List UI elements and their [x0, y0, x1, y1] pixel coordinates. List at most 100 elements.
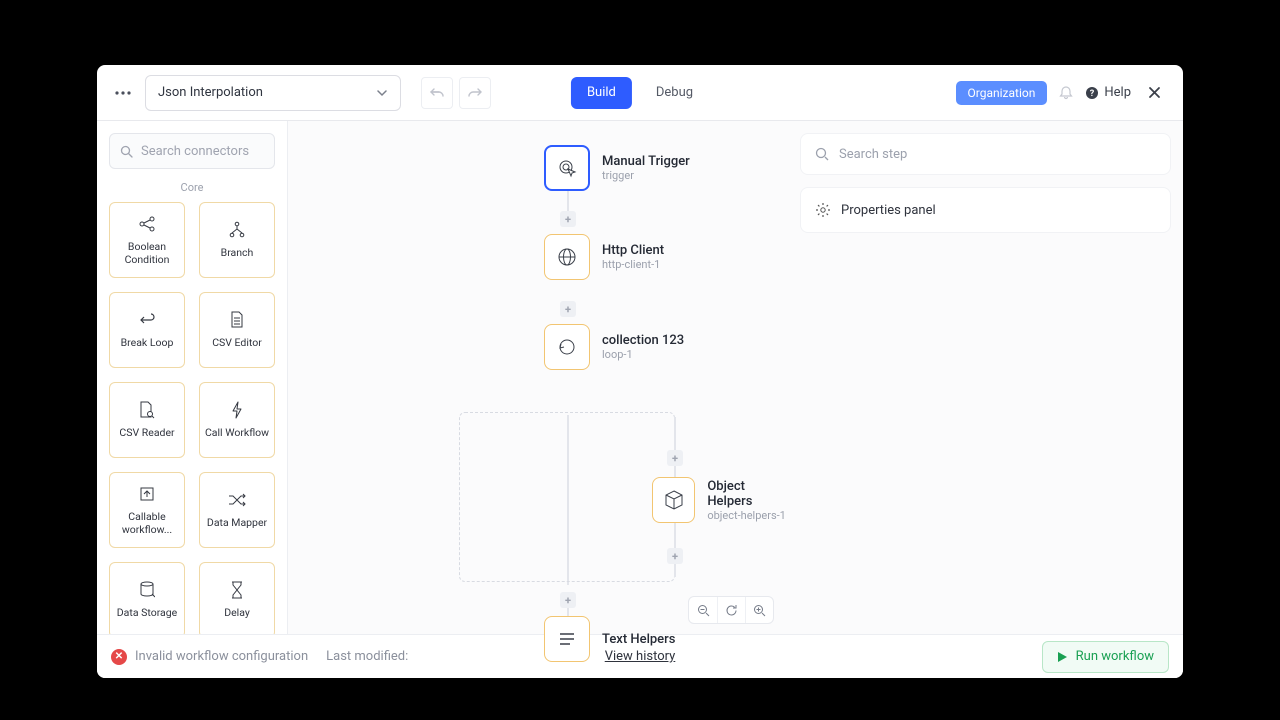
node-icon-box	[652, 477, 695, 523]
play-icon	[1057, 651, 1068, 663]
database-icon	[137, 580, 157, 600]
help-button[interactable]: ? Help	[1085, 85, 1131, 100]
node-subtitle: trigger	[602, 169, 690, 182]
mode-tabs: Build Debug	[571, 77, 709, 109]
cube-icon	[663, 489, 685, 511]
connector-label: CSV Reader	[119, 426, 174, 439]
connector-search[interactable]: Search connectors	[109, 133, 275, 169]
node-icon-box	[544, 234, 590, 280]
connector-label: Boolean Condition	[114, 240, 180, 266]
help-label: Help	[1104, 85, 1131, 100]
node-title: collection 123	[602, 333, 684, 348]
sidebar-section-core: Core	[109, 181, 275, 194]
gear-icon	[815, 202, 831, 218]
add-step-button[interactable]: +	[667, 450, 683, 466]
error-status[interactable]: ✕ Invalid workflow configuration	[111, 649, 308, 665]
topbar-right: Organization ? Help	[956, 78, 1169, 108]
workflow-name: Json Interpolation	[158, 85, 263, 100]
redo-icon	[468, 86, 482, 100]
connector-label: Data Mapper	[207, 516, 267, 529]
connector-label: Branch	[221, 246, 254, 259]
zoom-in-icon	[753, 604, 766, 617]
more-menu-button[interactable]	[111, 78, 135, 108]
connector-data-storage[interactable]: Data Storage	[109, 562, 185, 634]
right-panel: Search step Properties panel	[788, 121, 1183, 634]
connector-label: Call Workflow	[205, 426, 269, 439]
workflow-selector[interactable]: Json Interpolation	[145, 75, 401, 111]
text-icon	[557, 629, 577, 649]
zoom-in-button[interactable]	[745, 597, 773, 623]
run-label: Run workflow	[1076, 649, 1154, 664]
node-subtitle: loop-1	[602, 348, 684, 361]
error-text: Invalid workflow configuration	[135, 649, 308, 664]
node-icon-box	[544, 616, 590, 662]
run-workflow-button[interactable]: Run workflow	[1042, 641, 1169, 673]
return-icon	[137, 310, 157, 330]
node-icon-box	[544, 324, 590, 370]
globe-icon	[556, 246, 578, 268]
close-button[interactable]	[1139, 78, 1169, 108]
tab-build[interactable]: Build	[571, 77, 632, 109]
zoom-reset-button[interactable]	[717, 597, 745, 623]
last-modified-label: Last modified:	[326, 649, 408, 664]
node-manual-trigger[interactable]: Manual Trigger trigger	[544, 145, 690, 191]
node-title: Manual Trigger	[602, 154, 690, 169]
node-subtitle: http-client-1	[602, 258, 664, 271]
bell-icon	[1059, 86, 1073, 100]
topbar: Json Interpolation Build Debug Organizat…	[97, 65, 1183, 121]
connector-branch[interactable]: Branch	[199, 202, 275, 278]
connector-csv-editor[interactable]: CSV Editor	[199, 292, 275, 368]
connector-label: Data Storage	[117, 606, 177, 619]
edge	[674, 417, 676, 477]
connector-boolean-condition[interactable]: Boolean Condition	[109, 202, 185, 278]
redo-button[interactable]	[459, 77, 491, 109]
connector-search-placeholder: Search connectors	[141, 144, 249, 159]
history-controls	[421, 77, 491, 109]
hourglass-icon	[227, 580, 247, 600]
connector-callable-workflow[interactable]: Callable workflow...	[109, 472, 185, 548]
app-window: Json Interpolation Build Debug Organizat…	[97, 65, 1183, 678]
view-history-link[interactable]: View history	[605, 649, 676, 664]
undo-button[interactable]	[421, 77, 453, 109]
close-icon	[1148, 86, 1161, 99]
step-search-placeholder: Search step	[839, 147, 907, 162]
properties-panel[interactable]: Properties panel	[800, 187, 1171, 233]
file-lines-icon	[227, 310, 247, 330]
connector-csv-reader[interactable]: CSV Reader	[109, 382, 185, 458]
node-labels: Manual Trigger trigger	[602, 154, 690, 182]
dots-icon	[115, 91, 131, 95]
node-labels: Http Client http-client-1	[602, 243, 664, 271]
chevron-down-icon	[376, 87, 388, 99]
loop-icon	[556, 336, 578, 358]
node-title: Text Helpers	[602, 632, 675, 647]
help-icon: ?	[1085, 86, 1099, 100]
upload-icon	[137, 484, 157, 504]
add-step-button[interactable]: +	[560, 301, 576, 317]
connector-label: Break Loop	[121, 336, 174, 349]
add-step-button[interactable]: +	[667, 548, 683, 564]
node-loop[interactable]: collection 123 loop-1	[544, 324, 684, 370]
add-step-button[interactable]: +	[560, 592, 576, 608]
node-object-helpers[interactable]: Object Helpers object-helpers-1	[652, 477, 788, 523]
connector-delay[interactable]: Delay	[199, 562, 275, 634]
connector-data-mapper[interactable]: Data Mapper	[199, 472, 275, 548]
connector-call-workflow[interactable]: Call Workflow	[199, 382, 275, 458]
tab-debug[interactable]: Debug	[640, 77, 709, 109]
zoom-out-button[interactable]	[689, 597, 717, 623]
connectors-sidebar: Search connectors Core Boolean Condition…	[97, 121, 288, 634]
zoom-controls	[688, 596, 774, 624]
organization-badge[interactable]: Organization	[956, 81, 1048, 105]
add-step-button[interactable]: +	[560, 211, 576, 227]
refresh-icon	[725, 604, 738, 617]
node-subtitle: object-helpers-1	[707, 509, 788, 522]
loop-container	[459, 412, 675, 582]
error-icon: ✕	[111, 649, 127, 665]
step-search[interactable]: Search step	[800, 133, 1171, 175]
branch-icon	[227, 220, 247, 240]
connector-break-loop[interactable]: Break Loop	[109, 292, 185, 368]
node-http-client[interactable]: Http Client http-client-1	[544, 234, 664, 280]
notifications-button[interactable]	[1055, 78, 1077, 108]
node-title: Object Helpers	[707, 479, 788, 509]
node-labels: collection 123 loop-1	[602, 333, 684, 361]
workflow-canvas[interactable]: Manual Trigger trigger + Http Client htt…	[288, 121, 788, 634]
